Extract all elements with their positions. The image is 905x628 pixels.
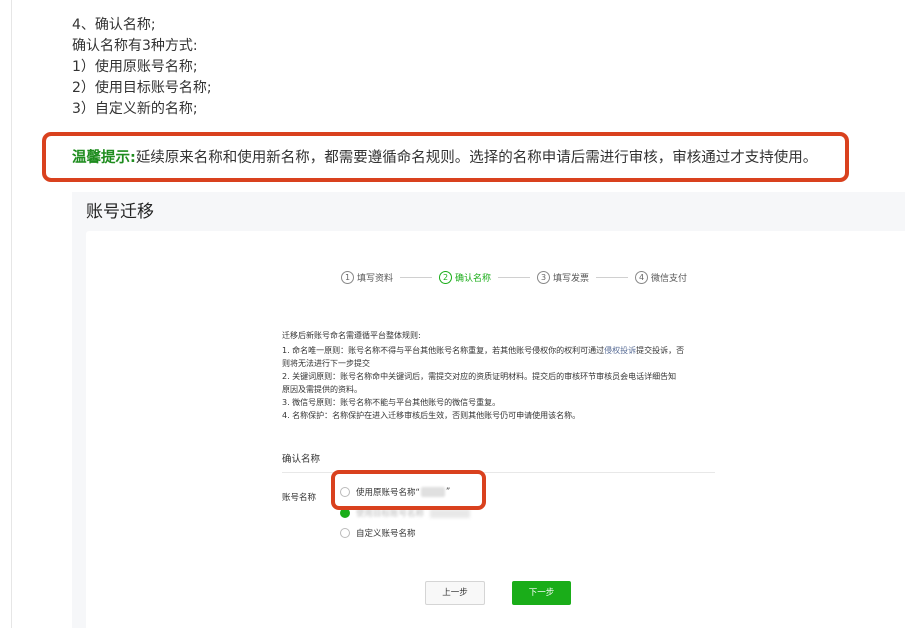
- rule-1-text: 1. 命名唯一原则：账号名称不得与平台其他账号名称重复，若其他账号侵权你的权利可…: [282, 346, 605, 355]
- step-number-1: 1: [341, 270, 354, 284]
- rule-3: 3. 微信号原则：账号名称不能与平台其他账号的微信号重复。: [282, 398, 501, 407]
- next-step-button[interactable]: 下一步: [512, 581, 571, 605]
- left-border-rule: [11, 0, 12, 628]
- rule-4: 4. 名称保护：名称保护在进入迁移审核后生效，否则其他账号仍可申请使用该名称。: [282, 411, 581, 420]
- infringement-complaint-link[interactable]: 侵权投诉: [604, 346, 636, 355]
- intro-line-methods: 确认名称有3种方式:: [72, 38, 198, 54]
- step-wechat-pay: 4 微信支付: [635, 270, 688, 284]
- rules-heading: 迁移后新账号命名需遵循平台整体规则:: [282, 331, 421, 340]
- radio-custom-name[interactable]: [340, 528, 350, 538]
- tip-label: 温馨提示:: [72, 150, 136, 166]
- tip-highlight-box: 温馨提示:延续原来名称和使用新名称，都需要遵循命名规则。选择的名称申请后需进行审…: [42, 132, 849, 182]
- option-highlight-box: [331, 470, 486, 510]
- previous-step-button[interactable]: 上一步: [425, 581, 485, 605]
- step-number-4: 4: [635, 270, 649, 284]
- tip-text: 温馨提示:延续原来名称和使用新名称，都需要遵循命名规则。选择的名称申请后需进行审…: [72, 146, 817, 167]
- progress-steps: 1 填写资料 2 确认名称 3 填写发票 4 微信支付: [341, 269, 687, 285]
- step-number-3: 3: [537, 270, 551, 284]
- migration-panel-card: [86, 231, 905, 628]
- account-name-label: 账号名称: [282, 493, 317, 503]
- intro-text-block: 4、确认名称; 确认名称有3种方式: 1）使用原账号名称; 2）使用目标账号名称…: [72, 15, 212, 120]
- intro-line-method3: 3）自定义新的名称;: [72, 101, 198, 117]
- confirm-name-section-title: 确认名称: [282, 454, 321, 465]
- step-connector: [498, 276, 531, 278]
- rule-1: 1. 命名唯一原则：账号名称不得与平台其他账号名称重复，若其他账号侵权你的权利可…: [282, 344, 722, 357]
- option-custom-name-label: 自定义账号名称: [356, 529, 416, 539]
- step-connector: [596, 276, 629, 278]
- naming-rules: 迁移后新账号命名需遵循平台整体规则: 1. 命名唯一原则：账号名称不得与平台其他…: [282, 329, 722, 422]
- rule-2-line2: 原因及需提供的资料。: [282, 385, 362, 394]
- step-label: 填写资料: [357, 273, 394, 284]
- rule-1-line2: 则将无法进行下一步提交: [282, 359, 370, 368]
- panel-title: 账号迁移: [86, 202, 154, 222]
- step-confirm-name: 2 确认名称: [439, 270, 492, 284]
- tip-body: 延续原来名称和使用新名称，都需要遵循命名规则。选择的名称申请后需进行审核，审核通…: [135, 150, 818, 166]
- intro-line-method1: 1）使用原账号名称;: [72, 59, 198, 75]
- rule-1-text-cont: 提交投诉，否: [636, 346, 685, 355]
- intro-line-step4: 4、确认名称;: [72, 17, 156, 33]
- step-label: 确认名称: [455, 273, 492, 284]
- intro-line-method2: 2）使用目标账号名称;: [72, 80, 212, 96]
- step-label: 微信支付: [651, 273, 688, 284]
- step-fill-info: 1 填写资料: [341, 270, 394, 284]
- option-custom-name[interactable]: 自定义账号名称: [340, 527, 416, 539]
- step-number-2: 2: [439, 270, 453, 284]
- step-label: 填写发票: [553, 273, 590, 284]
- rule-2: 2. 关键词原则：账号名称命中关键词后，需提交对应的资质证明材料。提交后的审核环…: [282, 372, 677, 381]
- step-connector: [400, 276, 433, 278]
- step-fill-invoice: 3 填写发票: [537, 270, 590, 284]
